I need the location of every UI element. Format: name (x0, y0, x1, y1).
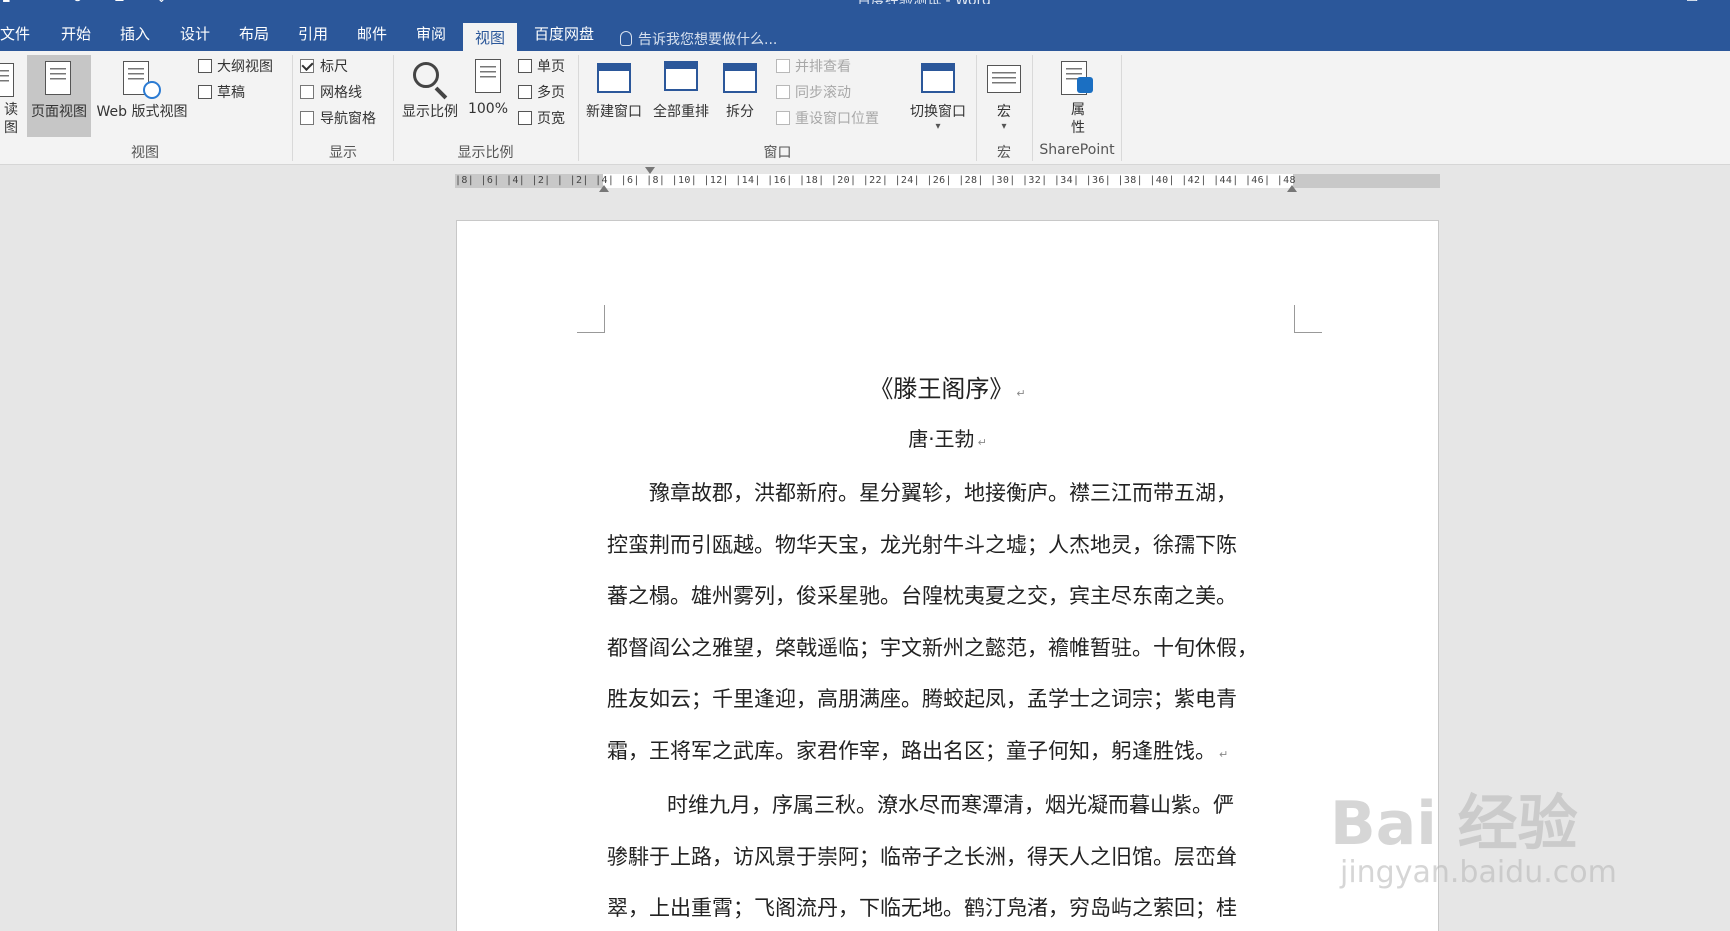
new-window-icon (597, 63, 631, 93)
watermark-url: jingyan.baidu.com (1340, 855, 1617, 890)
text-line: 时维九月，序属三秋。潦水尽而寒潭清，烟光凝而暮山紫。俨 (667, 793, 1234, 817)
crop-mark-top-left (577, 305, 605, 333)
multiple-pages-button[interactable]: 多页 (518, 82, 565, 104)
tab-insert[interactable]: 插入 (120, 15, 150, 51)
tab-baidu-netdisk[interactable]: 百度网盘 (534, 15, 594, 51)
text-line: 胜友如云；千里逢迎，高朋满座。腾蛟起凤，孟学士之词宗；紫电青 (607, 687, 1237, 711)
chevron-down-icon: ▾ (935, 121, 941, 132)
ruler-checkbox[interactable]: 标尺 (300, 56, 348, 78)
chevron-down-icon: ▾ (1001, 121, 1007, 132)
reset-window-position-button[interactable]: 重设窗口位置 (776, 108, 879, 130)
read-mode-icon (0, 63, 14, 97)
text-line: 翠，上出重霄；飞阁流丹，下临无地。鹤汀凫渚，穷岛屿之萦回；桂 (607, 896, 1237, 920)
sync-scroll-icon (776, 85, 790, 99)
tab-mailings[interactable]: 邮件 (357, 15, 387, 51)
tab-references[interactable]: 引用 (298, 15, 328, 51)
first-line-indent-marker[interactable] (645, 167, 655, 174)
nav-pane-checkbox[interactable]: 导航窗格 (300, 108, 376, 130)
tab-layout[interactable]: 布局 (239, 15, 269, 51)
group-label-zoom: 显示比例 (457, 145, 514, 161)
text-line: 都督阎公之雅望，棨戟遥临；宇文新州之懿范，襜帷暂驻。十旬休假， (607, 635, 1258, 660)
checkbox-icon (300, 111, 314, 125)
read-mode-button[interactable]: 读 图 (0, 55, 22, 137)
text-line: 控蛮荆而引瓯越。物华天宝，龙光射牛斗之墟；人杰地灵，徐孺下陈 (607, 532, 1237, 557)
draft-icon (198, 85, 212, 99)
tab-home[interactable]: 开始 (61, 15, 91, 51)
web-layout-button[interactable]: Web 版式视图 (92, 55, 192, 137)
reset-position-icon (776, 111, 790, 125)
page-width-button[interactable]: 页宽 (518, 108, 565, 130)
draft-view-button[interactable]: 草稿 (198, 82, 245, 104)
gridlines-checkbox[interactable]: 网格线 (300, 82, 362, 104)
text-line: 蕃之榻。雄州雾列，俊采星驰。台隍枕夷夏之交，宾主尽东南之美。 (607, 584, 1237, 608)
magnifier-icon (413, 62, 439, 88)
split-icon (723, 63, 757, 93)
tab-file[interactable]: 文件 (0, 15, 30, 51)
paragraph: 豫章故郡，洪都新府。星分翼轸，地接衡庐。襟三江而带五湖， 控蛮荆而引瓯越。物华天… (607, 468, 1302, 780)
text-line: 骖騑于上路，访风景于崇阿；临帝子之长洲，得天人之旧馆。层峦耸 (607, 844, 1237, 869)
sync-scrolling-button[interactable]: 同步滚动 (776, 82, 851, 104)
arrange-all-button[interactable]: 全部重排 (648, 55, 714, 137)
paragraph-mark-icon: ↵ (1219, 747, 1229, 761)
checkbox-checked-icon (300, 59, 314, 73)
paragraph: 时维九月，序属三秋。潦水尽而寒潭清，烟光凝而暮山紫。俨 骖騑于上路，访风景于崇阿… (607, 780, 1302, 931)
text-line: 霜，王将军之武库。家君作宰，路出名区；童子何知，躬逢胜饯。 ↵ (607, 738, 1229, 763)
page-100-icon (475, 59, 501, 93)
lightbulb-icon (620, 31, 632, 46)
zoom-button[interactable]: 显示比例 (398, 55, 462, 137)
new-window-button[interactable]: 新建窗口 (582, 55, 646, 137)
paragraph-mark-icon: ↵ (977, 436, 987, 449)
properties-button[interactable]: 属 性 (1050, 55, 1106, 137)
tell-me-search[interactable]: 告诉我您想要做什么... (620, 29, 777, 49)
view-side-by-side-button[interactable]: 并排查看 (776, 56, 851, 78)
macros-button[interactable]: 宏 ▾ (980, 55, 1028, 137)
tab-view[interactable]: 视图 (463, 23, 518, 51)
macros-icon (987, 65, 1021, 93)
globe-icon (143, 81, 161, 99)
split-button[interactable]: 拆分 (716, 55, 764, 137)
baidu-watermark: Bai 经验 jingyan.baidu.com (1330, 745, 1670, 895)
hanging-indent-marker[interactable] (599, 185, 609, 192)
watermark-brand: Bai 经验 (1330, 789, 1578, 859)
checkbox-icon (300, 85, 314, 99)
right-indent-marker[interactable] (1287, 185, 1297, 192)
page-width-icon (518, 111, 532, 125)
ribbon-tab-bar: 文件 开始 插入 设计 布局 引用 邮件 审阅 视图 百度网盘 告诉我您想要做什… (0, 4, 1730, 51)
zoom-100-button[interactable]: 100% (464, 55, 512, 137)
group-label-window: 窗口 (763, 145, 792, 161)
sharepoint-icon (1077, 77, 1093, 93)
multiple-pages-icon (518, 85, 532, 99)
ruler-area: |8| |6| |4| |2| | |2| |4| |6| |8| |10| |… (0, 166, 1730, 200)
group-label-views: 视图 (131, 145, 159, 161)
document-body[interactable]: 豫章故郡，洪都新府。星分翼轸，地接衡庐。襟三江而带五湖， 控蛮荆而引瓯越。物华天… (607, 468, 1302, 931)
arrange-all-icon (664, 61, 698, 91)
switch-windows-button[interactable]: 切换窗口 ▾ (902, 55, 974, 137)
side-by-side-icon (776, 59, 790, 73)
outline-view-button[interactable]: 大纲视图 (198, 56, 273, 78)
paragraph-mark-icon: ↵ (1016, 387, 1026, 400)
switch-windows-icon (921, 63, 955, 93)
tab-review[interactable]: 审阅 (416, 15, 446, 51)
document-page[interactable]: 《滕王阁序》 ↵ 唐·王勃 ↵ 豫章故郡，洪都新府。星分翼轸，地接衡庐。襟三江而带五… (456, 220, 1439, 931)
outline-icon (198, 59, 212, 73)
group-label-sharepoint: SharePoint (1039, 142, 1115, 158)
text-line: 豫章故郡，洪都新府。星分翼轸，地接衡庐。襟三江而带五湖， (649, 481, 1237, 505)
ribbon-view: 读 图 页面视图 Web 版式视图 大纲视图 草稿 视图 标尺 网格线 导航窗格… (0, 51, 1730, 165)
print-layout-icon (45, 61, 71, 95)
group-label-show: 显示 (329, 145, 357, 161)
document-title: 《滕王阁序》 ↵ (869, 375, 1026, 403)
one-page-icon (518, 59, 532, 73)
crop-mark-top-right (1294, 305, 1322, 333)
tab-design[interactable]: 设计 (180, 15, 210, 51)
one-page-button[interactable]: 单页 (518, 56, 565, 78)
document-author: 唐·王勃 ↵ (908, 427, 987, 451)
group-label-macros: 宏 (997, 145, 1011, 161)
print-layout-button[interactable]: 页面视图 (27, 55, 91, 137)
group-separator (1121, 55, 1122, 161)
